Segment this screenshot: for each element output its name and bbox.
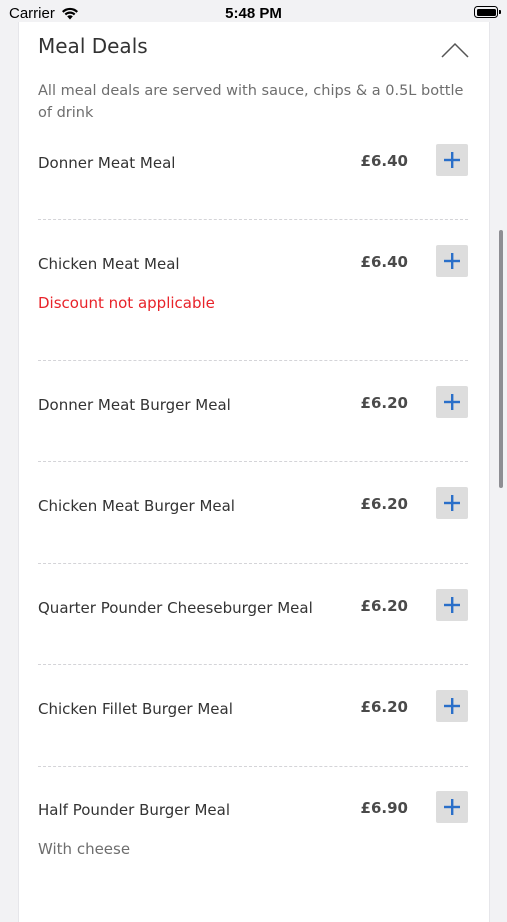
item-divider: [38, 563, 468, 564]
plus-icon: [444, 698, 460, 714]
plus-icon: [444, 152, 460, 168]
plus-icon: [444, 394, 460, 410]
menu-item[interactable]: Chicken Meat Meal £6.40 Discount not app…: [38, 245, 468, 345]
menu-item[interactable]: Donner Meat Burger Meal £6.20: [38, 386, 468, 456]
item-name: Quarter Pounder Cheeseburger Meal: [38, 599, 313, 617]
item-price: £6.90: [360, 799, 408, 817]
item-price: £6.20: [360, 394, 408, 412]
plus-icon: [444, 253, 460, 269]
battery-icon: [474, 6, 501, 18]
add-item-button[interactable]: [436, 589, 468, 621]
item-name: Donner Meat Burger Meal: [38, 396, 231, 414]
plus-icon: [444, 799, 460, 815]
menu-section-card: Meal Deals All meal deals are served wit…: [18, 22, 490, 922]
chevron-up-icon[interactable]: [441, 42, 469, 58]
item-divider: [38, 766, 468, 767]
plus-icon: [444, 495, 460, 511]
add-item-button[interactable]: [436, 487, 468, 519]
item-divider: [38, 219, 468, 220]
add-item-button[interactable]: [436, 690, 468, 722]
item-name: Half Pounder Burger Meal: [38, 801, 230, 819]
menu-item[interactable]: Chicken Fillet Burger Meal £6.20: [38, 690, 468, 760]
status-time: 5:48 PM: [225, 5, 282, 22]
menu-item[interactable]: Donner Meat Meal £6.40: [38, 144, 468, 214]
scrollbar[interactable]: [499, 230, 503, 488]
add-item-button[interactable]: [436, 245, 468, 277]
item-name: Chicken Fillet Burger Meal: [38, 700, 233, 718]
item-name: Chicken Meat Burger Meal: [38, 497, 235, 515]
item-divider: [38, 664, 468, 665]
add-item-button[interactable]: [436, 791, 468, 823]
discount-note: Discount not applicable: [38, 294, 215, 312]
menu-item[interactable]: Half Pounder Burger Meal £6.90 With chee…: [38, 791, 468, 891]
item-price: £6.40: [360, 253, 408, 271]
item-price: £6.20: [360, 597, 408, 615]
item-name: Donner Meat Meal: [38, 154, 176, 172]
plus-icon: [444, 597, 460, 613]
menu-item[interactable]: Quarter Pounder Cheeseburger Meal £6.20: [38, 589, 468, 659]
section-title: Meal Deals: [38, 34, 148, 58]
item-price: £6.20: [360, 495, 408, 513]
item-divider: [38, 461, 468, 462]
menu-item[interactable]: Chicken Meat Burger Meal £6.20: [38, 487, 468, 557]
section-header[interactable]: Meal Deals: [38, 34, 469, 64]
item-price: £6.20: [360, 698, 408, 716]
section-description: All meal deals are served with sauce, ch…: [38, 83, 464, 121]
item-price: £6.40: [360, 152, 408, 170]
item-divider: [38, 360, 468, 361]
item-note: With cheese: [38, 840, 131, 858]
add-item-button[interactable]: [436, 144, 468, 176]
add-item-button[interactable]: [436, 386, 468, 418]
item-name: Chicken Meat Meal: [38, 255, 180, 273]
